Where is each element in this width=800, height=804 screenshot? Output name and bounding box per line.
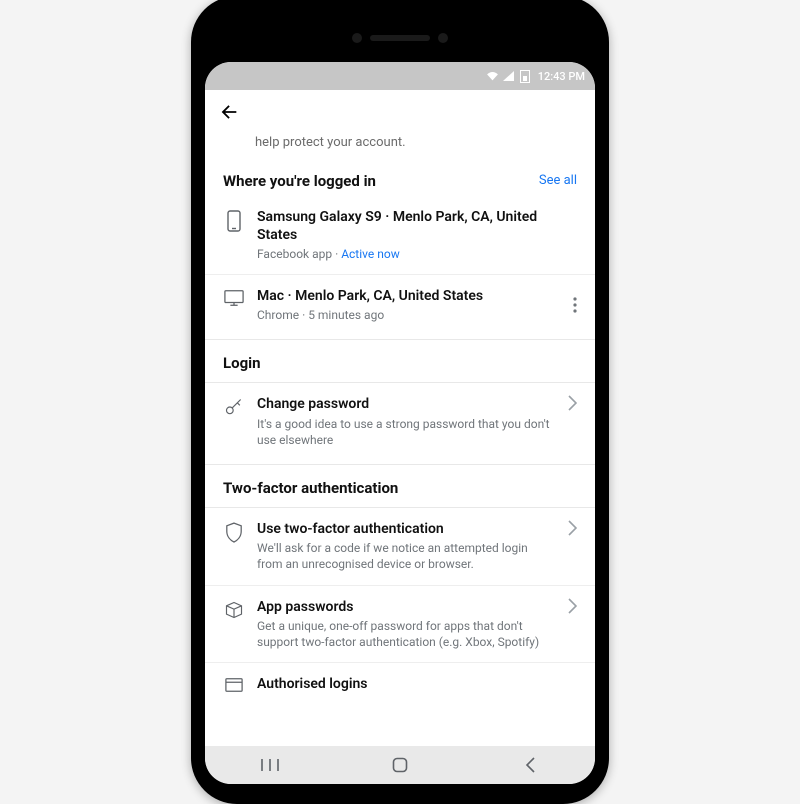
app-bar xyxy=(205,90,595,134)
status-bar: 12:43 PM xyxy=(205,62,595,90)
shield-icon xyxy=(223,522,245,544)
card-icon xyxy=(223,677,245,693)
row-subtitle: Get a unique, one-off password for apps … xyxy=(257,618,556,650)
back-button[interactable] xyxy=(215,98,243,126)
row-text: App passwords Get a unique, one-off pass… xyxy=(257,598,556,651)
row-title: Change password xyxy=(257,395,556,413)
row-text: Change password It's a good idea to use … xyxy=(257,395,556,448)
system-nav-bar xyxy=(205,746,595,784)
use-2fa-row[interactable]: Use two-factor authentication We'll ask … xyxy=(205,508,595,585)
app-passwords-row[interactable]: App passwords Get a unique, one-off pass… xyxy=(205,585,595,663)
row-subtitle: It's a good idea to use a strong passwor… xyxy=(257,416,556,448)
section-title: Login xyxy=(223,354,261,372)
section-title: Where you're logged in xyxy=(223,172,376,190)
session-app: Facebook app · xyxy=(257,247,341,261)
session-title: Samsung Galaxy S9 · Menlo Park, CA, Unit… xyxy=(257,208,577,244)
session-row[interactable]: Samsung Galaxy S9 · Menlo Park, CA, Unit… xyxy=(205,196,595,275)
home-button[interactable] xyxy=(388,755,412,775)
chevron-right-icon xyxy=(568,520,577,536)
status-time: 12:43 PM xyxy=(538,70,585,83)
content-area: help protect your account. Where you're … xyxy=(205,134,595,746)
chevron-right-icon xyxy=(568,598,577,614)
session-row[interactable]: Mac · Menlo Park, CA, United States Chro… xyxy=(205,274,595,335)
see-all-link[interactable]: See all xyxy=(539,173,577,188)
row-title: Use two-factor authentication xyxy=(257,520,556,538)
row-title: App passwords xyxy=(257,598,556,616)
box-icon xyxy=(223,600,245,620)
section-title: Two-factor authentication xyxy=(223,479,398,497)
signal-icon xyxy=(503,71,514,81)
scroll-view[interactable]: help protect your account. Where you're … xyxy=(205,134,595,746)
row-text: Use two-factor authentication We'll ask … xyxy=(257,520,556,573)
chevron-right-icon xyxy=(568,395,577,411)
phone-frame: 12:43 PM help protect your account. Wher… xyxy=(191,0,609,804)
section-two-factor: Two-factor authentication xyxy=(205,464,595,508)
change-password-row[interactable]: Change password It's a good idea to use … xyxy=(205,383,595,460)
section-login: Login xyxy=(205,339,595,383)
session-status: Active now xyxy=(341,247,400,261)
phone-icon xyxy=(223,210,245,232)
recents-button[interactable] xyxy=(258,755,282,775)
row-text: Authorised logins xyxy=(257,675,577,693)
session-text: Mac · Menlo Park, CA, United States Chro… xyxy=(257,287,561,323)
screen: 12:43 PM help protect your account. Wher… xyxy=(205,62,595,784)
row-title: Authorised logins xyxy=(257,675,577,693)
row-subtitle: We'll ask for a code if we notice an att… xyxy=(257,540,556,572)
authorised-logins-row[interactable]: Authorised logins xyxy=(205,662,595,693)
session-subtitle: Chrome · 5 minutes ago xyxy=(257,307,561,323)
session-text: Samsung Galaxy S9 · Menlo Park, CA, Unit… xyxy=(257,208,577,263)
more-icon[interactable] xyxy=(573,297,577,313)
helper-text: help protect your account. xyxy=(205,134,595,158)
key-icon xyxy=(223,397,245,417)
back-nav-button[interactable] xyxy=(518,755,542,775)
section-where-logged-in: Where you're logged in See all xyxy=(205,172,595,190)
battery-icon xyxy=(520,70,530,83)
wifi-icon xyxy=(486,71,499,81)
desktop-icon xyxy=(223,289,245,307)
session-title: Mac · Menlo Park, CA, United States xyxy=(257,287,561,305)
phone-hardware-top xyxy=(205,10,595,66)
